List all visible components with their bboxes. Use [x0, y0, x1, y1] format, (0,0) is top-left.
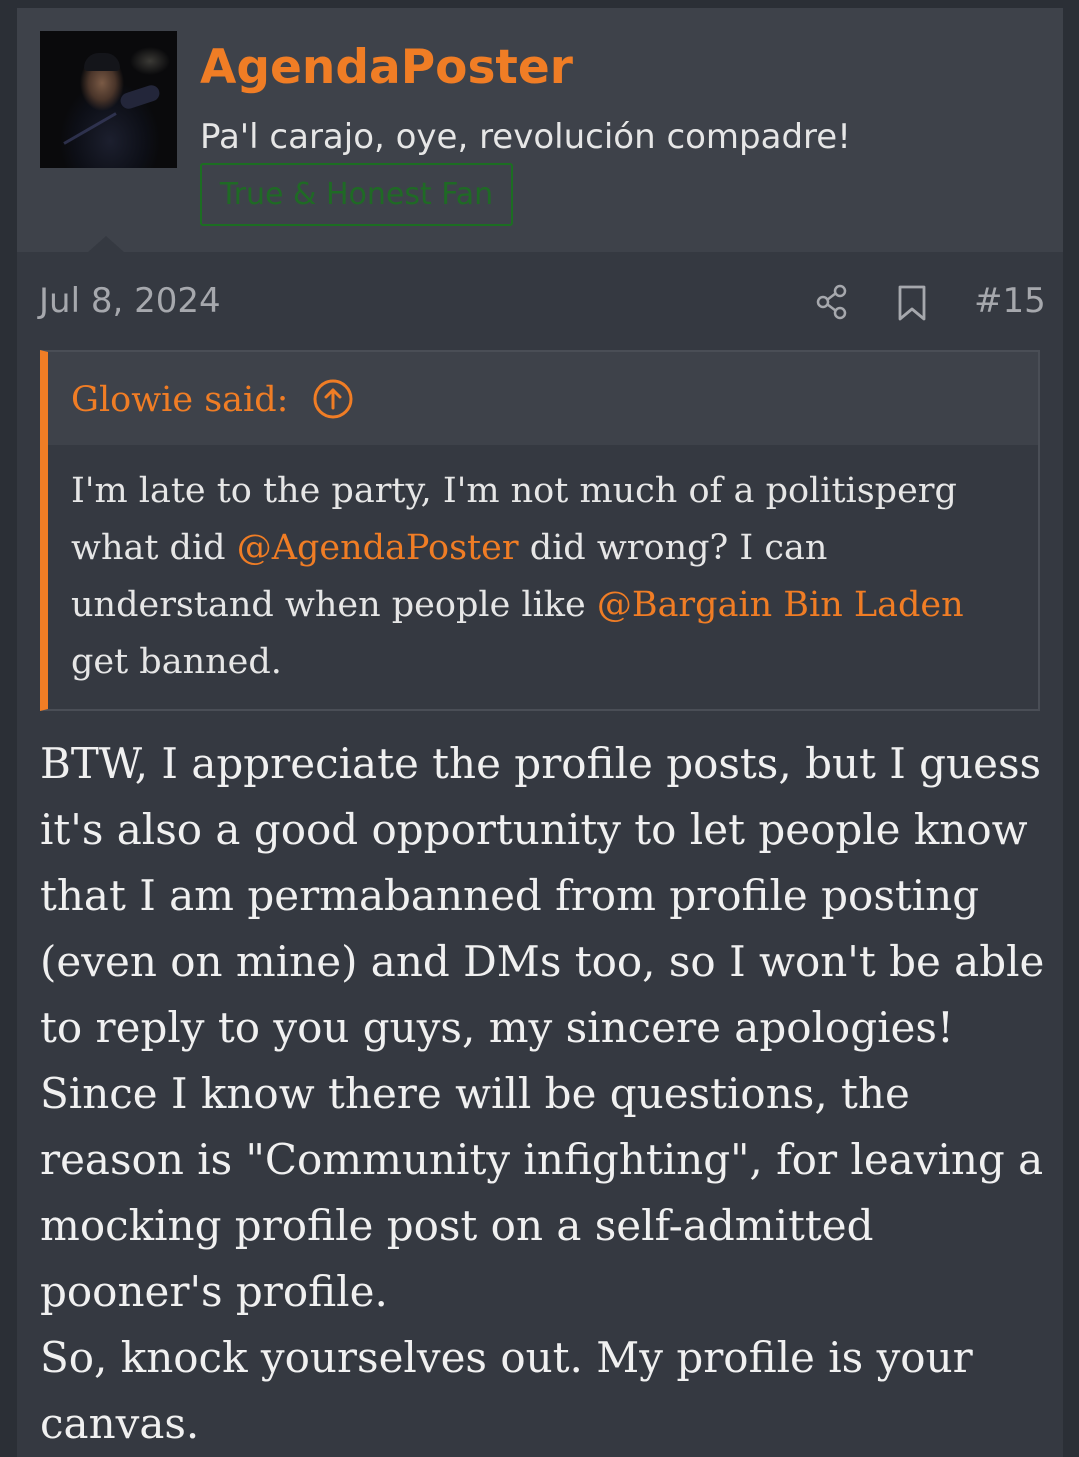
quote-line: understand when people like @Bargain Bin… [71, 577, 1021, 634]
user-title: Pa'l carajo, oye, revolución compadre! [200, 117, 851, 157]
message-line: to reply to you guys, my sincere apologi… [40, 1003, 954, 1052]
quote-line: get banned. [71, 634, 1021, 691]
quote-text: what did [71, 528, 237, 568]
quote-text: I'm late to the party, I'm not much of a… [71, 471, 957, 511]
quote-block: Glowie said: I'm late to the party, I'm … [40, 350, 1040, 711]
quote-author-link[interactable]: Glowie said: [71, 376, 288, 424]
quote-line: I'm late to the party, I'm not much of a… [71, 463, 1021, 520]
avatar-highlight [63, 112, 117, 145]
avatar-cap [84, 53, 120, 71]
forum-post: AgendaPoster Pa'l carajo, oye, revolució… [17, 8, 1063, 1457]
message-line: it's also a good opportunity to let peop… [40, 805, 1028, 854]
quote-line: what did @AgendaPoster did wrong? I can [71, 520, 1021, 577]
message-line: pooner's profile. [40, 1267, 388, 1316]
header-arrow-notch [88, 236, 124, 252]
mention-link[interactable]: @Bargain Bin Laden [597, 585, 964, 625]
message-line: BTW, I appreciate the profile posts, but… [40, 739, 1042, 788]
arrow-up-circle-icon[interactable] [312, 378, 354, 420]
message-body: BTW, I appreciate the profile posts, but… [40, 731, 1045, 1457]
post-date-link[interactable]: Jul 8, 2024 [39, 278, 221, 324]
bookmark-icon[interactable] [896, 284, 928, 322]
quote-header: Glowie said: [48, 352, 1038, 445]
share-icon[interactable] [814, 284, 850, 320]
avatar-arm [118, 83, 162, 111]
quote-text: understand when people like [71, 585, 597, 625]
user-header: AgendaPoster Pa'l carajo, oye, revolució… [17, 8, 1063, 252]
message-line: Since I know there will be questions, th… [40, 1069, 910, 1118]
message-line: that I am permabanned from profile posti… [40, 871, 980, 920]
message-line: (even on mine) and DMs too, so I won't b… [40, 937, 1045, 986]
message-line: reason is "Community infighting", for le… [40, 1135, 1044, 1184]
message-line: canvas. [40, 1399, 200, 1448]
quote-body: I'm late to the party, I'm not much of a… [71, 463, 1021, 691]
post-number-link[interactable]: #15 [974, 278, 1046, 324]
quote-text: get banned. [71, 642, 282, 682]
message-line: So, knock yourselves out. My profile is … [40, 1333, 973, 1382]
username-link[interactable]: AgendaPoster [200, 38, 573, 98]
user-banner: True & Honest Fan [200, 163, 513, 226]
quote-text: did wrong? I can [518, 528, 828, 568]
message-line: mocking profile post on a self-admitted [40, 1201, 874, 1250]
avatar[interactable] [40, 31, 177, 168]
mention-link[interactable]: @AgendaPoster [237, 528, 519, 568]
